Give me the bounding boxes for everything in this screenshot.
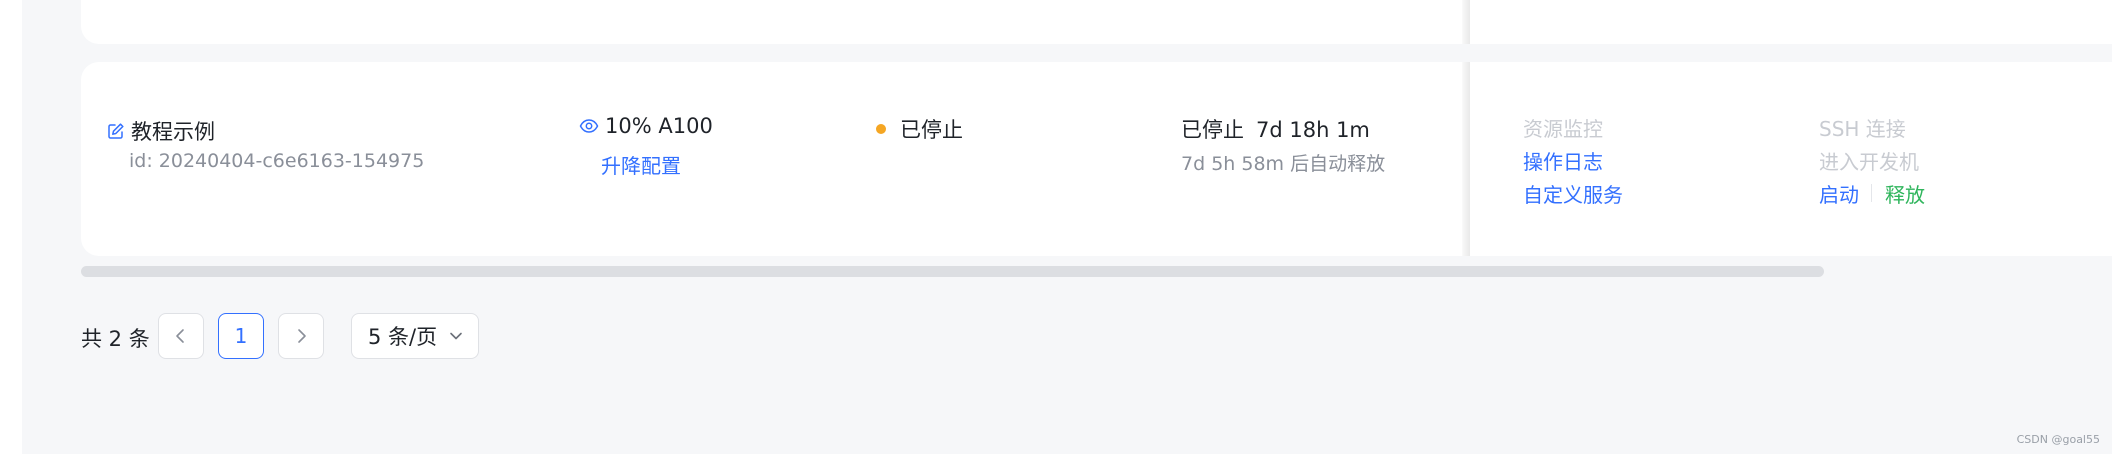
start-action[interactable]: 启动	[1819, 179, 1859, 208]
eye-icon	[579, 118, 599, 134]
watermark: CSDN @goal55	[2016, 433, 2100, 446]
prev-page-button[interactable]	[158, 313, 204, 359]
auto-release-text: 7d 5h 58m 后自动释放	[1181, 153, 1386, 175]
ssh-connect-action[interactable]: SSH 连接	[1819, 113, 1906, 142]
page-size-select[interactable]: 5 条/页	[351, 313, 479, 359]
instance-list-page: 教程示例 id: 20240404-c6e6163-154975 10% A10…	[0, 0, 2112, 454]
release-action[interactable]: 释放	[1885, 179, 1925, 208]
resource-monitor-action[interactable]: 资源监控	[1523, 113, 1603, 142]
instance-name-row[interactable]: 教程示例	[107, 116, 215, 146]
chevron-down-icon	[448, 328, 464, 344]
horizontal-scrollbar[interactable]	[81, 266, 1824, 277]
instance-id: id: 20240404-c6e6163-154975	[129, 150, 425, 172]
custom-service-action[interactable]: 自定义服务	[1523, 179, 1623, 208]
edit-icon[interactable]	[107, 122, 125, 140]
next-page-button[interactable]	[278, 313, 324, 359]
runtime-status: 已停止	[1181, 118, 1244, 142]
instance-name: 教程示例	[131, 120, 215, 144]
chevron-right-icon	[294, 328, 308, 344]
sticky-column-shadow	[1462, 62, 1470, 256]
instance-card: 教程示例 id: 20240404-c6e6163-154975 10% A10…	[81, 62, 2112, 256]
total-count: 共 2 条	[81, 327, 150, 351]
status-text: 已停止	[900, 118, 963, 142]
runtime-duration: 7d 18h 1m	[1256, 118, 1370, 142]
status-row: 已停止	[876, 114, 963, 144]
action-divider	[1871, 184, 1872, 202]
page-1-button[interactable]: 1	[218, 313, 264, 359]
status-dot-icon	[876, 124, 886, 134]
side-panel-edge	[0, 0, 22, 454]
gpu-spec-row: 10% A100	[579, 114, 713, 138]
sticky-column-shadow	[1462, 0, 1470, 44]
operation-log-action[interactable]: 操作日志	[1523, 146, 1603, 175]
gpu-spec: 10% A100	[605, 114, 713, 138]
instance-card-previous	[81, 0, 2112, 44]
chevron-left-icon	[174, 328, 188, 344]
runtime-info: 已停止 7d 18h 1m	[1181, 114, 1370, 144]
enter-devmachine-action[interactable]: 进入开发机	[1819, 146, 1919, 175]
page-size-value: 5 条/页	[368, 325, 438, 349]
upgrade-config-link[interactable]: 升降配置	[601, 150, 681, 179]
